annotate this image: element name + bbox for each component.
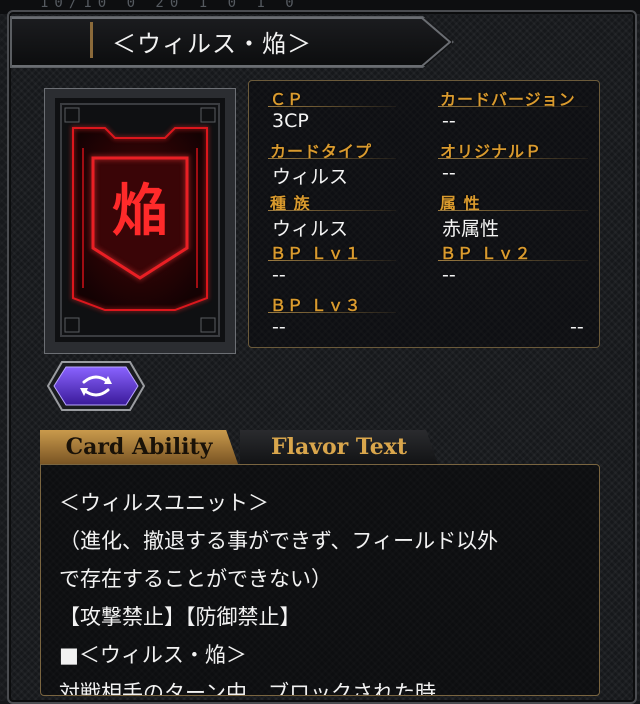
tab-card-ability[interactable]: Card Ability <box>40 430 238 464</box>
extra-value: -- <box>570 316 584 338</box>
original-p-value: -- <box>442 162 456 184</box>
tab-flavor-text-label: Flavor Text <box>270 434 408 460</box>
title-accent-bar <box>90 22 93 58</box>
ability-line: （進化、撤退する事ができず、フィールド以外 <box>59 529 499 553</box>
ability-line: ■＜ウィルス・焔＞ <box>59 643 247 667</box>
tab-flavor-text[interactable]: Flavor Text <box>240 430 438 464</box>
card-version-rule <box>438 106 588 107</box>
bp-lv3-value: -- <box>272 316 286 338</box>
card-type-rule <box>268 158 396 159</box>
ability-text-box[interactable]: ＜ウィルスユニット＞ （進化、撤退する事ができず、フィールド以外 で存在すること… <box>40 464 600 696</box>
ability-line: 対戦相手のターン中、ブロックされた時、 <box>59 681 457 696</box>
card-type-value: ウィルス <box>272 166 349 188</box>
card-title: ＜ウィルス・焔＞ <box>112 30 312 58</box>
ability-line: ＜ウィルスユニット＞ <box>59 491 269 515</box>
race-rule <box>268 210 396 211</box>
original-p-rule <box>438 158 588 159</box>
bp-lv2-rule <box>438 260 588 261</box>
race-value: ウィルス <box>272 218 349 240</box>
card-kanji: 焔 <box>112 179 168 244</box>
attribute-rule <box>438 210 588 211</box>
swap-view-button[interactable] <box>46 360 146 412</box>
tab-card-ability-label: Card Ability <box>65 434 213 460</box>
attribute-value: 赤属性 <box>442 218 500 240</box>
card-artwork: 焔 <box>55 98 225 342</box>
ability-line: で存在することができない） <box>59 567 332 591</box>
bp-lv1-rule <box>268 260 396 261</box>
bp-lv2-value: -- <box>442 264 456 286</box>
cp-value: 3CP <box>272 110 309 132</box>
ability-line: 【攻撃禁止】【防御禁止】 <box>59 605 301 629</box>
bp-lv1-value: -- <box>272 264 286 286</box>
card-version-value: -- <box>442 110 456 132</box>
bp-lv3-rule <box>268 312 396 313</box>
cp-rule <box>268 106 396 107</box>
